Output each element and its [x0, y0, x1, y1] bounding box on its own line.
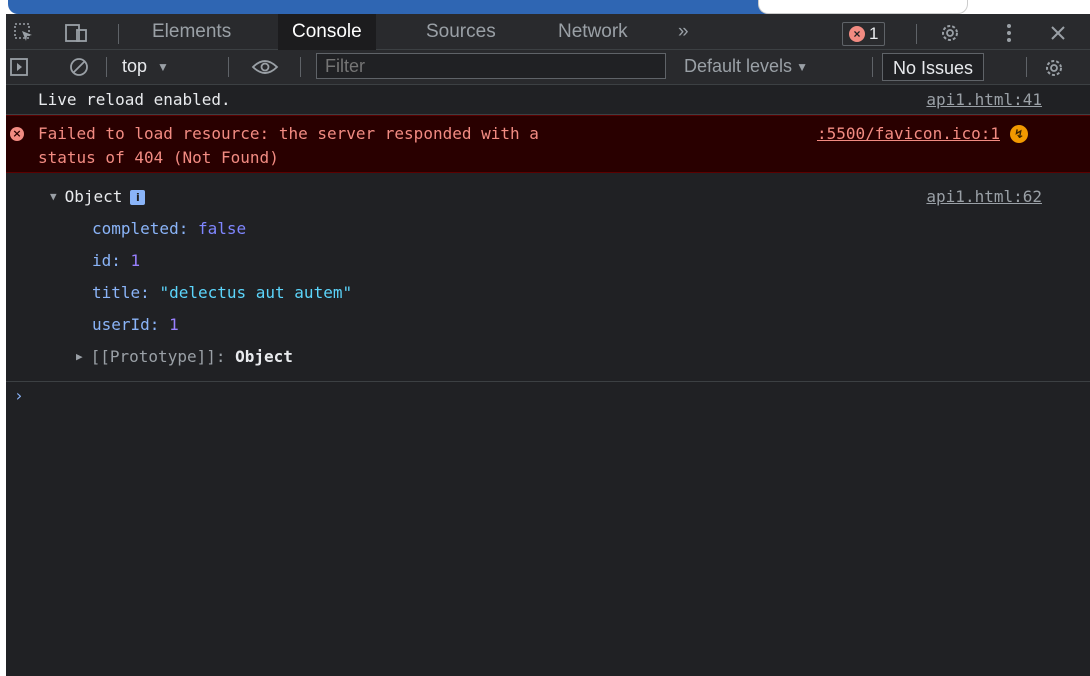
divider [300, 57, 301, 77]
prototype-row[interactable]: ▶ [[Prototype]]: Object [50, 341, 1090, 373]
object-property: title: "delectus aut autem" [92, 283, 353, 302]
error-icon: × [10, 127, 24, 141]
console-output: Live reload enabled. api1.html:41 × Fail… [6, 85, 1090, 676]
close-icon[interactable] [1046, 21, 1070, 45]
chevron-down-icon: ▼ [796, 59, 808, 74]
error-count-badge[interactable]: × 1 [842, 22, 886, 46]
gear-icon[interactable] [938, 21, 962, 45]
source-link[interactable]: :5500/favicon.ico:1 [817, 122, 1000, 146]
log-levels-label: Default levels [684, 56, 793, 76]
error-text-line1: Failed to load resource: the server resp… [38, 124, 539, 143]
property-key: title [92, 283, 141, 302]
context-selector[interactable]: top ▼ [122, 56, 169, 77]
divider [872, 57, 873, 77]
sidebar-toggle-icon[interactable] [8, 56, 30, 78]
issues-button[interactable]: No Issues [882, 53, 985, 81]
tabs-row: Elements Console Sources Network » × 1 [6, 14, 1090, 50]
log-text: Live reload enabled. [38, 90, 231, 109]
property-value: 1 [130, 251, 141, 270]
object-property: userId: 1 [92, 315, 179, 334]
tab-sources[interactable]: Sources [412, 14, 510, 50]
browser-tab-strip [0, 0, 1090, 14]
object-label: Object [64, 187, 123, 206]
chevron-right-icon: › [14, 386, 24, 405]
browser-tab[interactable] [8, 0, 416, 14]
clear-console-icon[interactable] [68, 56, 90, 78]
triangle-down-icon: ▼ [50, 190, 57, 203]
property-key: userId [92, 315, 150, 334]
devtools-toolbar: Elements Console Sources Network » × 1 t… [6, 14, 1090, 85]
console-log-message: Live reload enabled. api1.html:41 [6, 85, 1090, 115]
context-label: top [122, 56, 148, 76]
console-settings-gear-icon[interactable] [1042, 56, 1066, 80]
property-key: id [92, 251, 112, 270]
source-link[interactable]: api1.html:62 [926, 181, 1042, 213]
divider [916, 24, 917, 44]
object-property: id: 1 [92, 251, 141, 270]
console-filter-bar: top ▼ Default levels ▼ No Issues [6, 50, 1090, 84]
info-icon[interactable]: i [130, 189, 146, 205]
tab-elements[interactable]: Elements [138, 14, 245, 50]
device-toggle-icon[interactable] [64, 22, 90, 44]
property-value: "delectus aut autem" [159, 283, 353, 302]
source-link[interactable]: api1.html:41 [926, 85, 1042, 115]
triangle-right-icon: ▶ [76, 350, 83, 363]
network-request-icon[interactable]: ↯ [1010, 125, 1028, 143]
error-count: 1 [869, 24, 879, 43]
divider [228, 57, 229, 77]
prototype-key: [[Prototype]] [90, 347, 216, 366]
more-tabs-button[interactable]: » [664, 14, 703, 50]
tab-console[interactable]: Console [278, 14, 376, 50]
error-text-line2: status of 404 (Not Found) [38, 148, 279, 167]
divider [118, 24, 119, 44]
console-error-message: × Failed to load resource: the server re… [6, 115, 1090, 173]
eye-icon[interactable] [250, 57, 280, 77]
property-value: false [197, 219, 247, 238]
filter-input[interactable] [316, 53, 666, 79]
prototype-value: Object [235, 347, 293, 366]
console-prompt[interactable]: › [6, 382, 1090, 410]
error-icon: × [849, 26, 865, 42]
object-property: completed: false [92, 219, 247, 238]
browser-tab[interactable] [398, 0, 776, 14]
divider [1026, 57, 1027, 77]
browser-tab[interactable] [758, 0, 968, 14]
console-object-message: ▼ Object i completed: false id: 1 title:… [6, 173, 1090, 382]
chevron-down-icon: ▼ [157, 59, 169, 74]
more-vertical-icon[interactable] [1002, 21, 1016, 45]
divider [106, 57, 107, 77]
tab-network[interactable]: Network [544, 14, 642, 50]
log-levels-dropdown[interactable]: Default levels ▼ [684, 56, 808, 77]
property-key: completed [92, 219, 179, 238]
property-value: 1 [169, 315, 179, 334]
inspect-icon[interactable] [12, 22, 36, 44]
